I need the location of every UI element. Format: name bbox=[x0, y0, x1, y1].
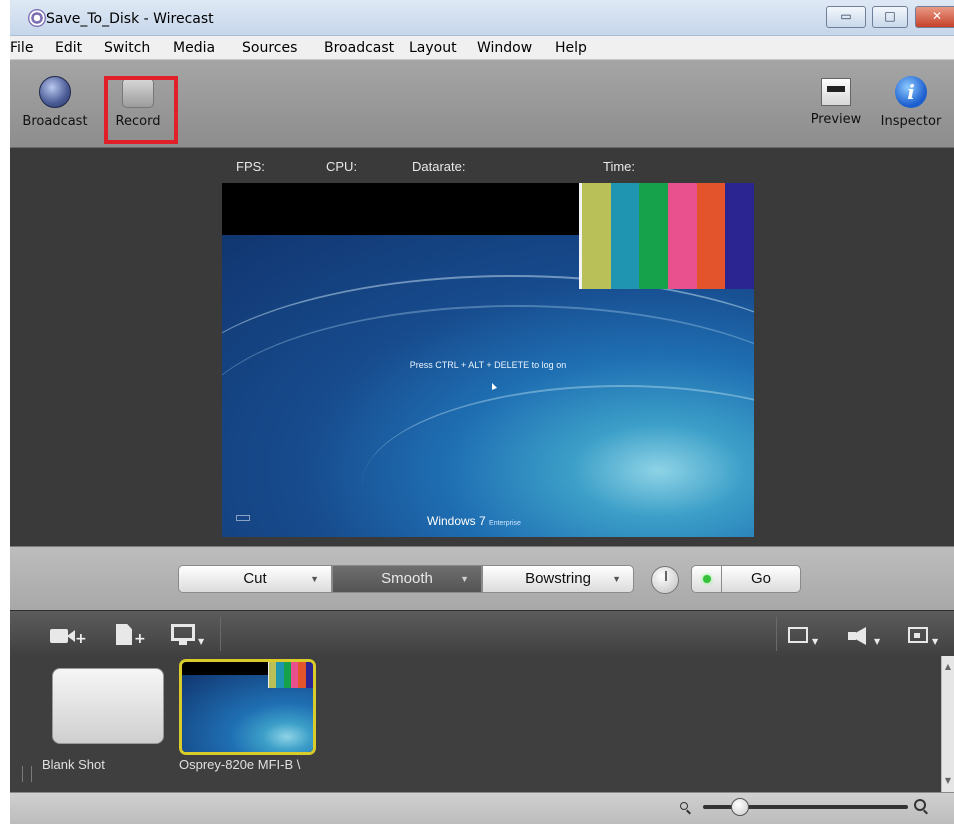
color-bar bbox=[668, 183, 697, 289]
menu-sources[interactable]: Sources bbox=[242, 40, 297, 56]
color-bar bbox=[696, 183, 726, 289]
color-bar bbox=[639, 183, 669, 289]
window-title: Save_To_Disk - Wirecast bbox=[46, 11, 214, 27]
resize-grip-icon[interactable] bbox=[22, 766, 32, 782]
shot-layer-button[interactable]: ▼ bbox=[784, 621, 824, 649]
blank-shot-thumbnail[interactable] bbox=[52, 668, 164, 744]
go-button[interactable]: Go bbox=[691, 565, 801, 593]
menu-broadcast[interactable]: Broadcast bbox=[324, 40, 394, 56]
satellite-dish-icon bbox=[39, 76, 71, 108]
speaker-cone-icon bbox=[850, 627, 866, 645]
zoom-bar bbox=[10, 792, 954, 824]
menu-layout[interactable]: Layout bbox=[409, 40, 457, 56]
layout-button[interactable]: ▼ bbox=[904, 621, 944, 649]
logon-prompt: Press CTRL + ALT + DELETE to log on bbox=[409, 360, 567, 370]
os-name: Windows 7 bbox=[427, 514, 486, 528]
chevron-down-icon[interactable]: ▼ bbox=[460, 566, 469, 592]
go-label: Go bbox=[750, 570, 771, 587]
wirecast-app-icon bbox=[28, 9, 46, 27]
toolbar-divider bbox=[220, 617, 221, 651]
windows-logo: Windows 7 Enterprise bbox=[427, 514, 521, 528]
bowstring-label: Bowstring bbox=[525, 570, 591, 587]
scroll-down-arrow-icon[interactable]: ▼ bbox=[942, 776, 954, 785]
menu-window[interactable]: Window bbox=[477, 40, 532, 56]
cpu-stat: CPU: bbox=[326, 159, 358, 174]
zoom-in-icon[interactable] bbox=[914, 799, 926, 811]
color-bars bbox=[579, 183, 754, 289]
preview-button[interactable]: Preview bbox=[806, 76, 866, 127]
color-bar bbox=[725, 183, 754, 289]
menu-help[interactable]: Help bbox=[555, 40, 587, 56]
bowstring-transition-button[interactable]: Bowstring ▼ bbox=[482, 565, 634, 593]
shot-bin-scrollbar[interactable]: ▲ ▼ bbox=[941, 656, 954, 792]
cut-label: Cut bbox=[243, 570, 267, 587]
thumbnail-color-bars bbox=[268, 662, 313, 688]
ease-of-access-icon bbox=[236, 515, 250, 521]
toolbar-divider bbox=[776, 617, 777, 651]
add-media-shot-button[interactable]: + bbox=[108, 621, 148, 649]
plus-icon: + bbox=[75, 631, 87, 647]
close-button[interactable]: ✕ bbox=[915, 6, 954, 28]
chevron-down-icon: ▼ bbox=[812, 637, 819, 646]
menu-bar: File Edit Switch Media Sources Broadcast… bbox=[10, 36, 954, 60]
document-icon bbox=[116, 624, 132, 645]
color-bar bbox=[610, 183, 640, 289]
chevron-down-icon: ▼ bbox=[198, 637, 205, 646]
status-led-icon bbox=[692, 566, 722, 592]
zoom-out-icon[interactable] bbox=[680, 802, 688, 810]
os-edition: Enterprise bbox=[489, 520, 521, 527]
menu-file[interactable]: File bbox=[10, 40, 33, 56]
blank-shot-label: Blank Shot bbox=[42, 757, 105, 772]
record-highlight-box bbox=[104, 76, 178, 144]
live-preview: Press CTRL + ALT + DELETE to log on Wind… bbox=[222, 183, 754, 537]
minimize-button[interactable]: ▭ bbox=[826, 6, 866, 28]
layer-toolbar: + + ▼ ▼ ▼ ▼ bbox=[10, 610, 954, 656]
preview-area: FPS: CPU: Datarate: Time: Press CTRL + A… bbox=[10, 148, 954, 546]
inspector-label: Inspector bbox=[880, 114, 942, 129]
osprey-shot-thumbnail[interactable] bbox=[179, 659, 316, 755]
smooth-transition-button[interactable]: Smooth ▼ bbox=[332, 565, 482, 593]
layout-icon bbox=[908, 627, 928, 643]
layer-rectangle-icon bbox=[788, 627, 808, 643]
transition-speed-dial[interactable] bbox=[651, 566, 679, 594]
fps-stat: FPS: bbox=[236, 159, 265, 174]
wirecast-window: Save_To_Disk - Wirecast ▭ □ ✕ File Edit … bbox=[0, 0, 954, 824]
preview-window-icon bbox=[821, 78, 851, 106]
add-camera-shot-button[interactable]: + bbox=[44, 621, 87, 649]
camera-icon bbox=[50, 629, 68, 643]
maximize-button[interactable]: □ bbox=[872, 6, 908, 28]
preview-label: Preview bbox=[810, 112, 862, 127]
color-bar bbox=[582, 183, 611, 289]
chevron-down-icon[interactable]: ▼ bbox=[612, 566, 621, 592]
shot-bin: Blank Shot Osprey-820e MFI-B \ ▲ ▼ bbox=[10, 656, 954, 792]
smooth-label: Smooth bbox=[381, 570, 433, 587]
audio-button[interactable]: ▼ bbox=[846, 621, 886, 649]
time-stat: Time: bbox=[603, 159, 636, 174]
monitor-stand-icon bbox=[179, 641, 187, 645]
menu-media[interactable]: Media bbox=[173, 40, 215, 56]
scroll-up-arrow-icon[interactable]: ▲ bbox=[942, 662, 954, 671]
broadcast-label: Broadcast bbox=[22, 114, 88, 129]
menu-edit[interactable]: Edit bbox=[55, 40, 82, 56]
add-desktop-shot-button[interactable]: ▼ bbox=[166, 621, 206, 649]
chevron-down-icon: ▼ bbox=[932, 637, 939, 646]
plus-icon: + bbox=[134, 631, 146, 647]
osprey-shot-label: Osprey-820e MFI-B \ bbox=[179, 757, 301, 772]
transition-bar: Cut ▼ Smooth ▼ Bowstring ▼ Go bbox=[10, 546, 954, 610]
title-bar: Save_To_Disk - Wirecast ▭ □ ✕ bbox=[10, 0, 954, 36]
cut-transition-button[interactable]: Cut ▼ bbox=[178, 565, 332, 593]
datarate-stat: Datarate: bbox=[412, 159, 466, 174]
camera-lens-icon bbox=[67, 630, 75, 642]
broadcast-button[interactable]: Broadcast bbox=[18, 76, 92, 129]
menu-switch[interactable]: Switch bbox=[104, 40, 150, 56]
monitor-icon bbox=[171, 624, 195, 641]
zoom-slider-thumb[interactable] bbox=[731, 798, 749, 816]
chevron-down-icon: ▼ bbox=[874, 637, 881, 646]
info-icon: i bbox=[895, 76, 927, 108]
chevron-down-icon[interactable]: ▼ bbox=[310, 566, 319, 592]
inspector-button[interactable]: i Inspector bbox=[876, 76, 946, 129]
